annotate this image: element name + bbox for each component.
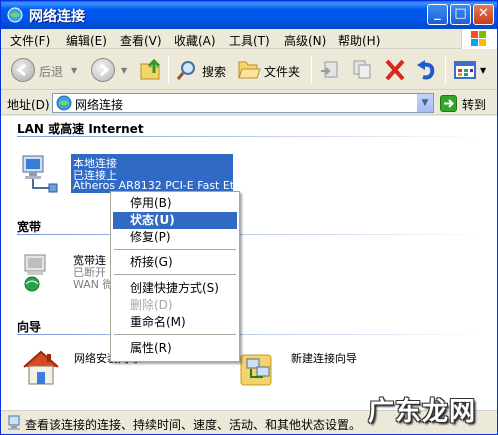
- menu-bar: 文件(F) 编辑(E) 查看(V) 收藏(A) 工具(T) 高级(N) 帮助(H…: [1, 29, 497, 49]
- broadband-connection-device: WAN 微: [73, 278, 114, 291]
- menu-item-rename[interactable]: 重命名(M): [113, 314, 237, 331]
- network-connections-icon: [7, 7, 23, 23]
- maximize-button[interactable]: □: [450, 4, 471, 25]
- folders-icon[interactable]: [237, 59, 261, 81]
- group-header-wizard: 向导: [17, 320, 42, 334]
- close-button[interactable]: ✕: [473, 4, 494, 25]
- address-bar: 地址(D) 网络连接 ▼ 转到: [1, 91, 497, 115]
- menu-help[interactable]: 帮助(H): [338, 32, 380, 49]
- menu-item-create-shortcut[interactable]: 创建快捷方式(S): [113, 280, 237, 297]
- menu-item-delete: 删除(D): [130, 298, 173, 312]
- search-icon[interactable]: [175, 59, 199, 81]
- forward-arrow-icon[interactable]: [91, 58, 115, 82]
- lan-connection-icon[interactable]: [19, 154, 59, 194]
- info-icon: [8, 415, 20, 430]
- window-title: 网络连接: [29, 9, 85, 25]
- go-button-label[interactable]: 转到: [462, 96, 486, 113]
- group-divider: [17, 234, 487, 235]
- delete-icon[interactable]: [383, 59, 407, 81]
- group-header-lan: LAN 或高速 Internet: [17, 122, 144, 136]
- back-dropdown-icon[interactable]: ▼: [71, 66, 77, 75]
- menu-tools[interactable]: 工具(T): [229, 32, 270, 49]
- toolbar: 后退 ▼ ▼ 搜索 文件夹 ▼: [1, 50, 497, 90]
- menu-favorites[interactable]: 收藏(A): [174, 32, 216, 49]
- back-button-label[interactable]: 后退: [39, 63, 63, 80]
- menu-item-disable[interactable]: 停用(B): [113, 195, 237, 212]
- watermark-logo: 广东龙网: [368, 397, 477, 427]
- menu-separator: [114, 334, 236, 335]
- up-folder-icon[interactable]: [139, 59, 163, 81]
- group-divider: [17, 136, 487, 137]
- folders-button-label[interactable]: 文件夹: [264, 63, 300, 80]
- toolbar-separator: [311, 56, 312, 84]
- new-connection-wizard-label[interactable]: 新建连接向导: [291, 352, 357, 365]
- group-header-broadband: 宽带: [17, 220, 42, 234]
- title-bar[interactable]: 网络连接 _ □ ✕: [1, 1, 497, 29]
- move-to-icon[interactable]: [319, 59, 343, 81]
- explorer-window: 网络连接 _ □ ✕ 文件(F) 编辑(E) 查看(V) 收藏(A) 工具(T)…: [0, 0, 498, 435]
- menu-item-repair[interactable]: 修复(P): [113, 229, 237, 246]
- menu-item-bridge[interactable]: 桥接(G): [113, 254, 237, 271]
- menu-file[interactable]: 文件(F): [10, 32, 50, 49]
- file-view: LAN 或高速 Internet 本地连接 已连接上 Atheros AR813…: [1, 116, 497, 410]
- group-divider: [17, 334, 487, 335]
- network-globe-icon: [56, 95, 72, 111]
- address-value: 网络连接: [75, 98, 124, 112]
- windows-logo-icon: [461, 29, 497, 49]
- new-connection-wizard-icon[interactable]: [239, 349, 279, 389]
- search-button-label[interactable]: 搜索: [202, 63, 226, 80]
- forward-dropdown-icon[interactable]: ▼: [121, 66, 127, 75]
- status-text: 查看该连接的连接、持续时间、速度、活动、和其他状态设置。: [25, 418, 362, 432]
- undo-icon[interactable]: [414, 59, 438, 81]
- toolbar-separator: [445, 56, 446, 84]
- broadband-connection-icon[interactable]: [19, 252, 59, 292]
- home-network-wizard-icon[interactable]: [21, 347, 61, 387]
- go-arrow-icon[interactable]: [440, 95, 457, 112]
- back-arrow-icon[interactable]: [11, 58, 35, 82]
- views-dropdown-icon[interactable]: ▼: [480, 66, 486, 75]
- address-dropdown-icon[interactable]: ▼: [416, 94, 433, 112]
- minimize-button[interactable]: _: [427, 4, 448, 25]
- menu-separator: [114, 249, 236, 250]
- menu-view[interactable]: 查看(V): [120, 32, 162, 49]
- address-input[interactable]: 网络连接 ▼: [52, 93, 434, 113]
- copy-to-icon[interactable]: [350, 59, 374, 81]
- lan-connection-selection[interactable]: 本地连接 已连接上 Atheros AR8132 PCI-E Fast Et..…: [71, 154, 245, 193]
- context-menu: 停用(B) 状态(U) 修复(P) 桥接(G) 创建快捷方式(S) 删除(D) …: [110, 191, 240, 362]
- menu-separator: [114, 274, 236, 275]
- menu-item-properties[interactable]: 属性(R): [113, 340, 237, 357]
- views-icon[interactable]: [453, 59, 477, 81]
- toolbar-separator: [168, 56, 169, 84]
- menu-item-status[interactable]: 状态(U): [113, 212, 237, 229]
- address-label: 地址(D): [7, 98, 50, 112]
- menu-edit[interactable]: 编辑(E): [66, 32, 107, 49]
- menu-advanced[interactable]: 高级(N): [284, 32, 326, 49]
